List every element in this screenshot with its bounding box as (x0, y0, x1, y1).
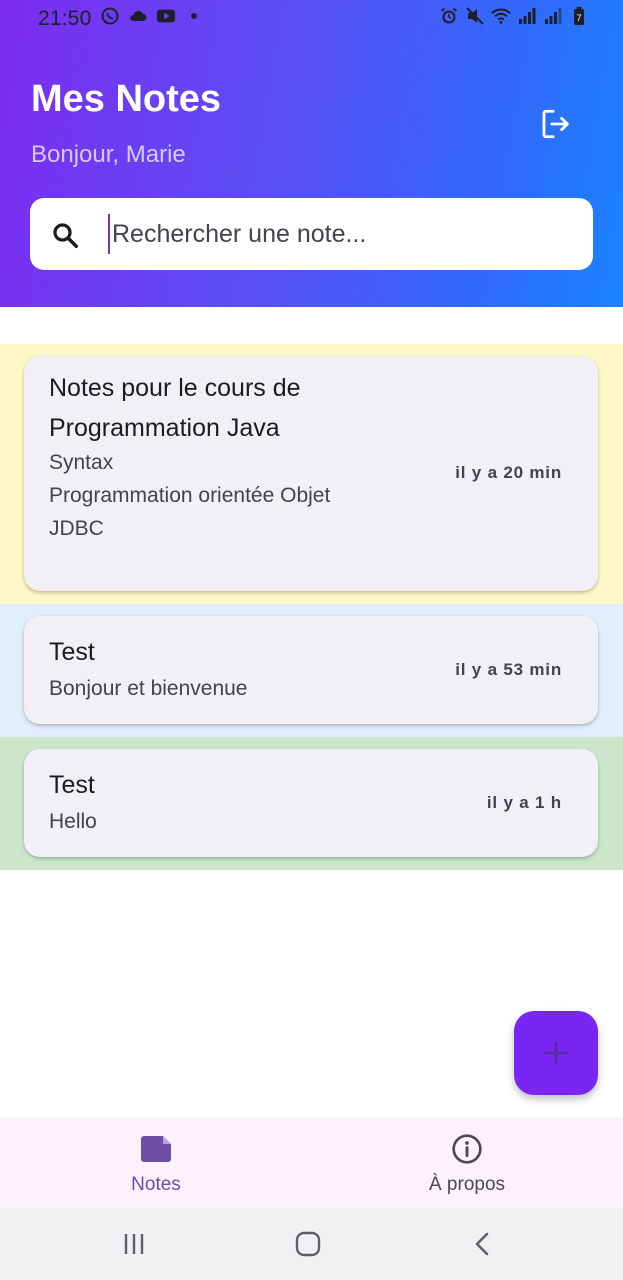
signal-icon (517, 6, 537, 26)
whatsapp-icon (100, 6, 120, 26)
page-title: Mes Notes (31, 78, 222, 120)
recent-apps-button[interactable] (119, 1229, 149, 1259)
note-title: Notes pour le cours de Programmation Jav… (49, 374, 301, 442)
logout-button[interactable] (536, 104, 576, 144)
cloud-icon (128, 6, 148, 26)
note-title: Test (49, 771, 95, 799)
nav-label: À propos (428, 1174, 506, 1195)
note-icon (139, 1132, 173, 1166)
plus-icon (544, 1041, 568, 1065)
greeting-text: Bonjour, Marie (31, 141, 186, 168)
note-body: Syntax Programmation orientée Objet JDBC (49, 451, 331, 540)
back-icon (475, 1232, 489, 1256)
youtube-icon (156, 6, 176, 26)
note-body: Hello (49, 810, 97, 833)
battery-icon: 7 (569, 6, 589, 26)
alarm-icon (439, 6, 459, 26)
nav-item-about[interactable]: À propos (367, 1118, 567, 1207)
back-button[interactable] (468, 1229, 498, 1259)
app-header: 21:50 7 Mes Notes Bonjour, Marie Recherc… (0, 0, 623, 307)
logout-icon (542, 109, 569, 139)
note-card[interactable]: Test Bonjour et bienvenue il y a 53 min (24, 616, 598, 724)
status-system-icons: 7 (439, 6, 589, 26)
info-icon (450, 1132, 484, 1166)
note-card[interactable]: Test Hello il y a 1 h (24, 749, 598, 857)
add-note-button[interactable] (514, 1011, 598, 1095)
bottom-navigation: Notes À propos (0, 1118, 623, 1207)
home-button[interactable] (293, 1229, 323, 1259)
nav-label: Notes (131, 1174, 181, 1195)
note-body: Bonjour et bienvenue (49, 677, 248, 700)
status-notification-icons (100, 6, 204, 26)
mute-icon (465, 6, 485, 26)
recent-apps-icon (124, 1234, 144, 1254)
note-title: Test (49, 638, 95, 666)
signal-icon (543, 6, 563, 26)
nav-item-notes[interactable]: Notes (56, 1118, 256, 1207)
wifi-icon (491, 6, 511, 26)
status-bar: 21:50 7 (0, 0, 623, 36)
note-time: il y a 53 min (455, 660, 562, 679)
search-icon (53, 223, 78, 248)
battery-level: 7 (576, 13, 581, 23)
note-time: il y a 20 min (455, 463, 562, 482)
home-icon (295, 1231, 321, 1257)
status-time: 21:50 (38, 7, 92, 30)
dot-icon (184, 6, 204, 26)
system-navigation-bar (0, 1207, 623, 1280)
note-time: il y a 1 h (486, 793, 562, 812)
search-input[interactable] (108, 214, 572, 254)
note-card[interactable]: Notes pour le cours de Programmation Jav… (24, 356, 598, 591)
